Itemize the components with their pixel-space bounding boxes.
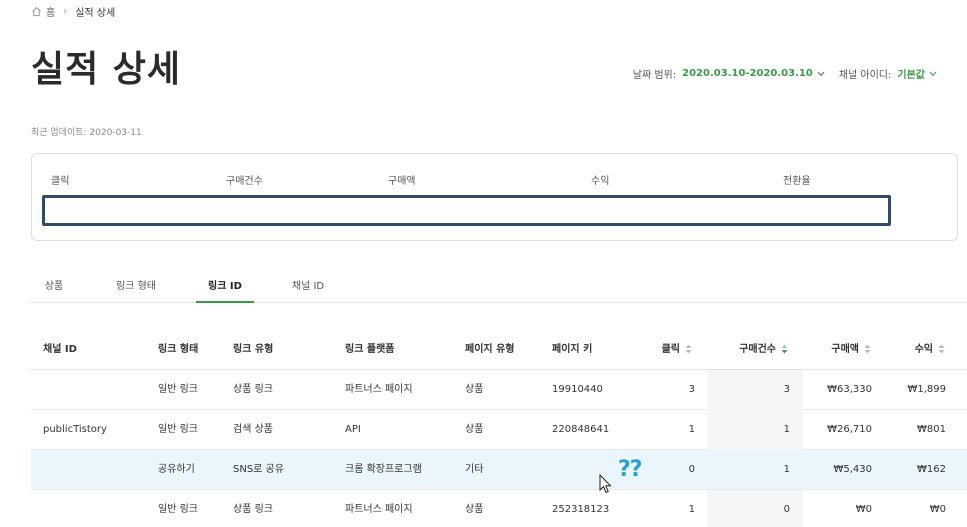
- table-row: publicTistory 일반 링크 검색 상품 API 상품 2208486…: [31, 410, 967, 450]
- column-header-amount[interactable]: 구매액: [831, 330, 871, 370]
- cell-link-type: 검색 상품: [233, 424, 273, 435]
- cell-page-key: 19910440: [552, 384, 603, 395]
- cell-page-type: 상품: [465, 424, 484, 435]
- table-row: 일반 링크 상품 링크 파트너스 페이지 상품 252318123 1 0 ₩0…: [31, 490, 967, 527]
- tab-channel-id[interactable]: 채널 ID: [283, 272, 333, 303]
- cell-link-platform: 파트너스 페이지: [345, 504, 413, 515]
- column-header-purchases[interactable]: 구매건수: [739, 330, 788, 370]
- page-title: 실적 상세: [31, 49, 182, 90]
- filter-bar: 날짜 범위: 2020.03.10-2020.03.10 채널 아이디: 기본값: [619, 66, 937, 81]
- summary-label-amount: 구매액: [388, 176, 416, 187]
- cell-link-form: 일반 링크: [158, 384, 198, 395]
- column-header-amount-label: 구매액: [831, 344, 859, 355]
- channel-id-label: 채널 아이디:: [838, 70, 892, 81]
- column-header-purchases-label: 구매건수: [739, 344, 776, 355]
- cell-amount: ₩0: [855, 504, 872, 515]
- sort-icon: [864, 344, 871, 354]
- channel-id-dropdown[interactable]: 채널 아이디: 기본값: [839, 66, 937, 81]
- sort-icon: [685, 344, 692, 354]
- breadcrumb-separator-icon: ›: [63, 6, 68, 17]
- last-updated-text: 최근 업데이트: 2020-03-11: [31, 128, 142, 138]
- column-header-link-platform[interactable]: 링크 플랫폼: [345, 330, 394, 370]
- cell-purchases: 0: [783, 504, 790, 515]
- cell-purchases: 1: [783, 464, 790, 475]
- summary-card: 클릭 구매건수 구매액 수익 전환율: [31, 153, 958, 241]
- chevron-down-icon: [929, 71, 937, 76]
- cell-amount: ₩63,330: [827, 384, 872, 395]
- channel-id-value: 기본값: [897, 70, 925, 81]
- breadcrumb-current: 실적 상세: [75, 8, 116, 19]
- cell-page-key: 220848641: [552, 424, 610, 435]
- mouse-cursor-icon: [599, 474, 612, 494]
- cell-link-form: 일반 링크: [158, 504, 198, 515]
- cell-clicks: 1: [688, 504, 695, 515]
- tab-link-id[interactable]: 링크 ID: [196, 272, 254, 303]
- cell-purchases: 3: [783, 384, 790, 395]
- column-header-channel-id[interactable]: 채널 ID: [43, 330, 77, 370]
- date-range-value: 2020.03.10-2020.03.10: [682, 68, 813, 79]
- sort-desc-icon: [781, 344, 788, 354]
- breadcrumb-home-link[interactable]: 홈: [46, 4, 55, 19]
- column-header-revenue[interactable]: 수익: [915, 330, 945, 370]
- cell-link-type: SNS로 공유: [233, 464, 284, 475]
- cell-link-type: 상품 링크: [233, 384, 273, 395]
- cell-clicks: 1: [688, 424, 695, 435]
- column-header-page-type[interactable]: 페이지 유형: [465, 330, 514, 370]
- cell-link-platform: API: [345, 424, 361, 435]
- summary-label-revenue: 수익: [591, 176, 610, 187]
- cell-channel-id: publicTistory: [43, 424, 107, 435]
- sort-icon: [938, 344, 945, 354]
- cell-page-key: 252318123: [552, 504, 610, 515]
- tab-product[interactable]: 상품: [31, 272, 77, 303]
- table-row: 일반 링크 상품 링크 파트너스 페이지 상품 19910440 3 3 ₩63…: [31, 370, 967, 410]
- column-header-link-form[interactable]: 링크 형태: [158, 330, 198, 370]
- column-header-clicks-label: 클릭: [661, 344, 680, 355]
- cell-revenue: ₩1,899: [907, 384, 946, 395]
- home-icon: [32, 7, 41, 17]
- column-header-link-type[interactable]: 링크 유형: [233, 330, 273, 370]
- summary-label-purchases: 구매건수: [226, 176, 263, 187]
- table-row-highlighted[interactable]: 공유하기 SNS로 공유 크롬 확장프로그램 기타 0 1 ₩5,430 ₩16…: [31, 450, 967, 490]
- summary-values-box: [42, 195, 891, 226]
- cell-page-type: 상품: [465, 384, 484, 395]
- cell-clicks: 0: [688, 464, 695, 475]
- table-header-row: 채널 ID 링크 형태 링크 유형 링크 플랫폼 페이지 유형 페이지 키 클릭…: [31, 330, 967, 370]
- column-header-page-key[interactable]: 페이지 키: [552, 330, 592, 370]
- cell-page-type: 상품: [465, 504, 484, 515]
- results-table: 채널 ID 링크 형태 링크 유형 링크 플랫폼 페이지 유형 페이지 키 클릭…: [31, 330, 967, 527]
- cell-link-form: 일반 링크: [158, 424, 198, 435]
- chevron-down-icon: [817, 71, 825, 76]
- tab-bar: 상품 링크 형태 링크 ID 채널 ID: [31, 272, 967, 303]
- cell-amount: ₩5,430: [833, 464, 872, 475]
- cell-revenue: ₩162: [917, 464, 946, 475]
- breadcrumb: 홈 › 실적 상세: [31, 4, 115, 19]
- cell-link-platform: 크롬 확장프로그램: [345, 464, 422, 475]
- date-range-dropdown[interactable]: 날짜 범위: 2020.03.10-2020.03.10: [633, 66, 825, 81]
- question-marks-annotation: ??: [618, 457, 643, 482]
- cell-purchases: 1: [783, 424, 790, 435]
- summary-label-clicks: 클릭: [51, 176, 70, 187]
- cell-revenue: ₩0: [929, 504, 946, 515]
- column-header-clicks[interactable]: 클릭: [662, 330, 692, 370]
- summary-label-conversion: 전환율: [783, 176, 811, 187]
- date-range-label: 날짜 범위:: [632, 70, 677, 81]
- column-header-revenue-label: 수익: [914, 344, 933, 355]
- cell-page-type: 기타: [465, 464, 484, 475]
- cell-link-form: 공유하기: [158, 464, 195, 475]
- cell-revenue: ₩801: [917, 424, 946, 435]
- tab-link-type[interactable]: 링크 형태: [105, 272, 167, 303]
- cell-clicks: 3: [688, 384, 695, 395]
- cell-link-type: 상품 링크: [233, 504, 273, 515]
- cell-link-platform: 파트너스 페이지: [345, 384, 413, 395]
- cell-amount: ₩26,710: [827, 424, 872, 435]
